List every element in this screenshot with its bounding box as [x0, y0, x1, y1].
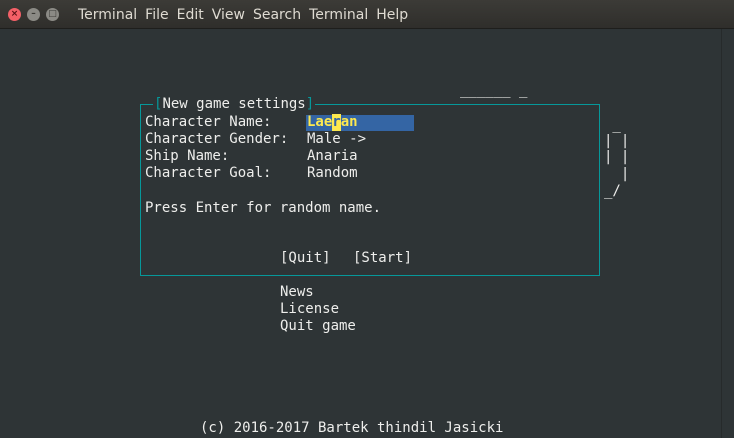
- character-name-label: Character Name:: [145, 114, 272, 130]
- menu-file[interactable]: File: [145, 6, 168, 24]
- window-title: Terminal: [78, 7, 138, 23]
- dialog-title-bracket-close: ]: [305, 96, 315, 112]
- menu-terminal[interactable]: Terminal: [309, 6, 368, 24]
- menu-item-quit-game[interactable]: Quit game: [280, 318, 356, 335]
- menu-edit[interactable]: Edit: [177, 6, 204, 24]
- character-gender-label: Character Gender:: [145, 131, 289, 147]
- menu-bar: Terminal File Edit View Search Terminal …: [78, 6, 416, 24]
- menu-view[interactable]: View: [212, 6, 245, 24]
- terminal-scrollbar[interactable]: [721, 29, 734, 438]
- dialog-title-text: New game settings: [162, 96, 306, 112]
- menu-help[interactable]: Help: [376, 6, 408, 24]
- ascii-art-line: |: [604, 166, 630, 182]
- ascii-art-line: | |: [604, 133, 630, 149]
- ship-name-label: Ship Name:: [145, 148, 230, 164]
- name-after-cursor: an: [340, 114, 358, 130]
- hint-text: Press Enter for random name.: [145, 200, 382, 216]
- menu-search[interactable]: Search: [253, 6, 301, 24]
- ascii-art-line: | |: [604, 149, 630, 165]
- text-cursor: r: [332, 114, 341, 131]
- character-goal-value[interactable]: Random: [307, 165, 358, 182]
- menu-item-license[interactable]: License: [280, 301, 339, 318]
- name-before-cursor: Lae: [307, 114, 333, 130]
- dialog-title: [New game settings]: [153, 96, 316, 113]
- ascii-art-line: _: [604, 117, 621, 133]
- ascii-underline-right: ______ _: [460, 82, 528, 98]
- close-icon[interactable]: ×: [8, 8, 21, 21]
- character-name-value[interactable]: Laeran: [307, 114, 358, 131]
- quit-button[interactable]: [Quit]: [280, 250, 331, 267]
- character-gender-value[interactable]: Male ->: [307, 131, 366, 148]
- copyright-footer: (c) 2016-2017 Bartek thindil Jasicki: [200, 420, 504, 436]
- ship-name-value[interactable]: Anaria: [307, 148, 358, 165]
- character-goal-label: Character Goal:: [145, 165, 272, 181]
- maximize-icon[interactable]: □: [46, 8, 59, 21]
- start-button[interactable]: [Start]: [353, 250, 412, 267]
- minimize-icon[interactable]: –: [27, 8, 40, 21]
- window-titlebar: × – □ Terminal File Edit View Search Ter…: [0, 0, 734, 29]
- menu-item-news[interactable]: News: [280, 284, 314, 301]
- ascii-art-line: _/: [604, 183, 621, 199]
